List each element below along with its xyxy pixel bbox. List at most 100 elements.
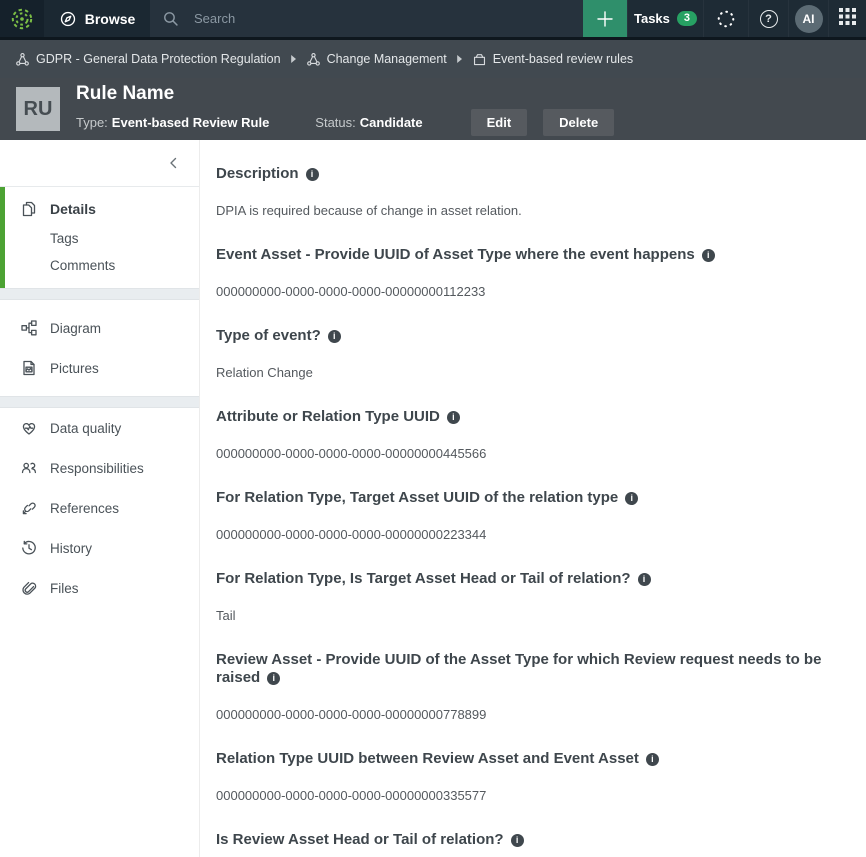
type-label: Type: <box>76 115 108 130</box>
sidebar-group-visuals: Diagram Pictures <box>0 300 199 396</box>
attribute-heading-text: Type of event? <box>216 327 321 344</box>
apps-menu-button[interactable] <box>828 0 866 37</box>
collapse-sidebar-button[interactable] <box>167 156 179 170</box>
page-body: Details Tags Comments Dia <box>0 140 866 857</box>
sidebar-item-data-quality[interactable]: Data quality <box>0 408 199 448</box>
sidebar-item-label: Tags <box>50 231 79 246</box>
page-title: Rule Name <box>76 83 614 105</box>
info-icon[interactable] <box>267 672 280 685</box>
browse-button[interactable]: Browse <box>44 0 150 37</box>
history-icon <box>20 539 38 557</box>
asset-type: Type:Event-based Review Rule <box>76 115 269 130</box>
attribute-heading: For Relation Type, Target Asset UUID of … <box>216 489 850 507</box>
attribute-section-relation-type-uuid: Relation Type UUID between Review Asset … <box>216 750 850 804</box>
sidebar: Details Tags Comments Dia <box>0 140 200 857</box>
topbar-actions: Tasks 3 AI <box>583 0 866 37</box>
sidebar-group-divider <box>0 396 199 408</box>
help-icon <box>760 10 778 28</box>
attribute-section-event-type: Type of event? Relation Change <box>216 327 850 381</box>
attribute-section-review-head-tail: Is Review Asset Head or Tail of relation… <box>216 831 850 857</box>
asset-status: Status: Candidate <box>315 115 422 130</box>
sidebar-item-diagram[interactable]: Diagram <box>0 308 199 348</box>
asset-header: RU Rule Name Type:Event-based Review Rul… <box>0 78 866 140</box>
sidebar-item-responsibilities[interactable]: Responsibilities <box>0 448 199 488</box>
pictures-icon <box>20 359 38 377</box>
breadcrumb-label: GDPR - General Data Protection Regulatio… <box>36 52 281 66</box>
attribute-value: Relation Change <box>216 365 850 381</box>
info-icon[interactable] <box>511 834 524 847</box>
plus-icon <box>595 9 615 29</box>
sidebar-item-label: Diagram <box>50 321 101 336</box>
attribute-section-target-head-tail: For Relation Type, Is Target Asset Head … <box>216 570 850 624</box>
attribute-heading-text: Relation Type UUID between Review Asset … <box>216 750 639 767</box>
status-value: Candidate <box>360 115 423 130</box>
app-logo[interactable] <box>0 0 44 37</box>
attribute-value: 000000000-0000-0000-0000-00000000445566 <box>216 446 850 462</box>
attribute-value: 000000000-0000-0000-0000-00000000223344 <box>216 527 850 543</box>
sidebar-item-tags[interactable]: Tags <box>5 225 199 252</box>
spinner-icon <box>715 8 737 30</box>
tasks-button[interactable]: Tasks 3 <box>627 0 703 37</box>
domain-icon <box>472 52 487 67</box>
info-icon[interactable] <box>306 168 319 181</box>
user-menu[interactable]: AI <box>788 0 828 37</box>
sidebar-item-details[interactable]: Details <box>5 193 199 225</box>
sidebar-item-label: Pictures <box>50 361 99 376</box>
files-icon <box>20 579 38 597</box>
breadcrumb-item-subcommunity[interactable]: Change Management <box>306 52 447 67</box>
data-quality-icon <box>20 419 38 437</box>
create-button[interactable] <box>583 0 627 37</box>
sidebar-item-history[interactable]: History <box>0 528 199 568</box>
chevron-left-icon <box>167 156 179 170</box>
attribute-heading: Review Asset - Provide UUID of the Asset… <box>216 651 850 687</box>
attribute-heading-text: Description <box>216 165 299 182</box>
sidebar-group-divider <box>0 288 199 300</box>
sidebar-item-label: Comments <box>50 258 115 273</box>
info-icon[interactable] <box>646 753 659 766</box>
help-button[interactable] <box>748 0 788 37</box>
attribute-heading: Relation Type UUID between Review Asset … <box>216 750 850 768</box>
attribute-section-event-asset-uuid: Event Asset - Provide UUID of Asset Type… <box>216 246 850 300</box>
activities-button[interactable] <box>703 0 748 37</box>
info-icon[interactable] <box>638 573 651 586</box>
attribute-value: Tail <box>216 608 850 624</box>
sidebar-item-label: Data quality <box>50 421 121 436</box>
asset-type-avatar: RU <box>16 87 60 131</box>
sidebar-item-references[interactable]: References <box>0 488 199 528</box>
status-label: Status: <box>315 115 355 130</box>
info-icon[interactable] <box>625 492 638 505</box>
attribute-value: DPIA is required because of change in as… <box>216 203 850 219</box>
attribute-heading: Event Asset - Provide UUID of Asset Type… <box>216 246 850 264</box>
info-icon[interactable] <box>328 330 341 343</box>
attribute-heading: Type of event? <box>216 327 850 345</box>
delete-button[interactable]: Delete <box>543 109 614 136</box>
info-icon[interactable] <box>447 411 460 424</box>
edit-button[interactable]: Edit <box>471 109 528 136</box>
breadcrumb-item-community[interactable]: GDPR - General Data Protection Regulatio… <box>15 52 281 67</box>
browse-label: Browse <box>85 11 136 27</box>
sidebar-item-label: History <box>50 541 92 556</box>
sidebar-item-comments[interactable]: Comments <box>5 252 199 279</box>
attribute-heading-text: For Relation Type, Is Target Asset Head … <box>216 570 631 587</box>
breadcrumb-item-domain[interactable]: Event-based review rules <box>472 52 633 67</box>
sidebar-item-pictures[interactable]: Pictures <box>0 348 199 388</box>
attribute-section-attr-relation-uuid: Attribute or Relation Type UUID 00000000… <box>216 408 850 462</box>
sidebar-item-files[interactable]: Files <box>0 568 199 608</box>
attribute-heading-text: Is Review Asset Head or Tail of relation… <box>216 831 504 848</box>
attribute-heading: Is Review Asset Head or Tail of relation… <box>216 831 850 849</box>
attribute-heading-text: For Relation Type, Target Asset UUID of … <box>216 489 618 506</box>
tasks-count-badge: 3 <box>677 11 697 26</box>
attribute-heading-text: Review Asset - Provide UUID of the Asset… <box>216 651 821 686</box>
attribute-value: 000000000-0000-0000-0000-00000000335577 <box>216 788 850 804</box>
info-icon[interactable] <box>702 249 715 262</box>
global-search[interactable] <box>150 0 583 37</box>
attribute-heading: Description <box>216 165 850 183</box>
asset-meta-row: Type:Event-based Review Rule Status: Cand… <box>76 109 614 136</box>
references-icon <box>20 499 38 517</box>
asset-header-main: Rule Name Type:Event-based Review Rule S… <box>76 83 614 136</box>
breadcrumb-label: Event-based review rules <box>493 52 633 66</box>
attribute-section-review-asset-uuid: Review Asset - Provide UUID of the Asset… <box>216 651 850 723</box>
sidebar-item-label: Responsibilities <box>50 461 144 476</box>
attribute-heading-text: Event Asset - Provide UUID of Asset Type… <box>216 246 695 263</box>
search-input[interactable] <box>192 10 571 27</box>
